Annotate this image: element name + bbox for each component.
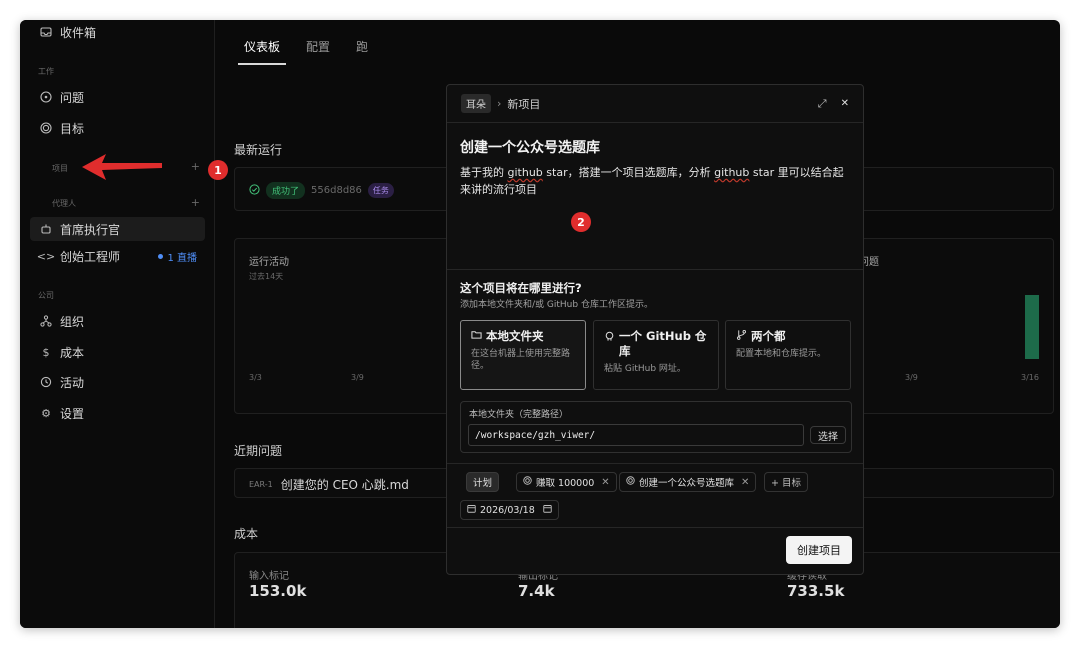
tab-dashboard[interactable]: 仪表板 <box>238 38 287 65</box>
target-icon <box>626 476 635 488</box>
sidebar-item-org[interactable]: 组织 <box>30 309 205 333</box>
github-icon <box>604 331 615 346</box>
check-circle-icon <box>249 183 260 198</box>
tab-runs[interactable]: 跑 <box>350 38 374 65</box>
sidebar-item-label: 组织 <box>60 314 85 329</box>
annotation-badge: 1 <box>208 160 228 180</box>
cost-stat: 输入标记 153.0k <box>249 571 307 600</box>
divider <box>447 269 863 270</box>
sidebar-item-label: 设置 <box>60 406 85 421</box>
section-label-company: 公司 <box>38 291 54 300</box>
section-label-work: 工作 <box>38 67 54 76</box>
where-subtitle: 添加本地文件夹和/或 GitHub 仓库工作区提示。 <box>460 300 653 310</box>
option-github-repo[interactable]: 一个 GitHub 仓库 粘贴 GitHub 网址。 <box>593 320 719 390</box>
tab-config[interactable]: 配置 <box>300 38 336 65</box>
sidebar-item-ceo[interactable]: 首席执行官 <box>30 217 205 241</box>
calendar-icon <box>467 504 476 516</box>
issue-key: EAR-1 <box>249 480 273 489</box>
org-icon <box>38 315 54 327</box>
calendar-icon <box>543 504 552 516</box>
create-project-button[interactable]: 创建项目 <box>786 536 852 564</box>
folder-path-label: 本地文件夹（完整路径） <box>469 410 569 420</box>
dollar-icon: $ <box>42 345 50 359</box>
activity-subtitle: 过去14天 <box>249 272 284 281</box>
cost-title: 成本 <box>234 527 259 541</box>
choose-folder-button[interactable]: 选择 <box>810 426 846 444</box>
remove-chip-icon[interactable]: ✕ <box>601 477 609 488</box>
folder-path-input[interactable]: /workspace/gzh_viwer/ <box>468 424 804 446</box>
recent-issues-title: 近期问题 <box>234 444 283 458</box>
sidebar-item-settings[interactable]: ⚙ 设置 <box>30 401 205 425</box>
tick-label: 3/16 <box>1021 373 1039 382</box>
run-tag: 任务 <box>367 183 394 198</box>
chart-bar <box>1025 295 1039 359</box>
add-agent-icon[interactable]: + <box>191 196 200 209</box>
status-chip[interactable]: 计划 <box>466 472 500 492</box>
new-project-dialog: 耳朵 › 新项目 ⤢ ✕ 创建一个公众号选题库 基于我的 github star… <box>446 84 864 575</box>
tick-label: 3/3 <box>249 373 262 382</box>
add-project-icon[interactable]: + <box>191 160 200 173</box>
annotation-badge: 2 <box>571 212 591 232</box>
project-title-input[interactable]: 创建一个公众号选题库 <box>460 137 600 157</box>
sidebar-item-activity[interactable]: 活动 <box>30 370 205 394</box>
breadcrumb-company[interactable]: 耳朵 <box>461 94 491 113</box>
sidebar-item-label: 目标 <box>60 121 85 136</box>
close-icon[interactable]: ✕ <box>841 98 849 109</box>
goal-chip[interactable]: 创建一个公众号选题库 ✕ <box>619 472 757 492</box>
option-both[interactable]: 两个都 配置本地和仓库提示。 <box>725 320 851 390</box>
sidebar-item-goals[interactable]: 目标 <box>30 116 205 140</box>
expand-icon[interactable]: ⤢ <box>818 97 827 111</box>
dialog-header: 耳朵 › 新项目 ⤢ ✕ <box>447 85 863 123</box>
inbox-icon <box>38 26 54 38</box>
status-badge: 成功了 <box>266 182 306 199</box>
date-chip[interactable]: 2026/03/18 <box>460 500 559 520</box>
git-branch-icon <box>736 329 747 344</box>
bot-icon <box>38 223 54 235</box>
add-goal-button[interactable]: + 目标 <box>764 472 808 492</box>
where-title: 这个项目将在哪里进行? <box>460 281 582 295</box>
target-icon <box>38 122 54 134</box>
activity-title: 运行活动 <box>249 257 289 268</box>
divider <box>447 527 863 528</box>
code-icon: <> <box>36 249 56 263</box>
tick-label: 3/9 <box>351 373 364 382</box>
sidebar-item-label: 创始工程师 <box>60 249 121 264</box>
issue-title: 创建您的 CEO 心跳.md <box>280 478 409 492</box>
sidebar-item-label: 问题 <box>60 90 85 105</box>
folder-icon <box>471 329 482 344</box>
tab-bar: 仪表板 配置 跑 <box>238 38 374 65</box>
sidebar-item-costs[interactable]: $ 成本 <box>30 340 205 364</box>
circle-dot-icon <box>38 91 54 103</box>
sidebar: 收件箱 工作 问题 目标 项目 + 代理人 + 首席执行官 <> 创始工程师 1… <box>20 20 215 628</box>
gear-icon: ⚙ <box>41 406 51 420</box>
sidebar-item-founding-engineer[interactable]: <> 创始工程师 1 直播 <box>30 244 205 268</box>
live-badge: 1 直播 <box>158 249 197 264</box>
sidebar-item-issues[interactable]: 问题 <box>30 85 205 109</box>
sidebar-item-label: 成本 <box>60 345 85 360</box>
breadcrumb-separator: › <box>497 97 502 110</box>
breadcrumb-title: 新项目 <box>507 97 541 111</box>
section-label-projects: 项目 <box>52 164 68 173</box>
project-description-input[interactable]: 基于我的 github star，搭建一个项目选题库，分析 github sta… <box>460 164 852 198</box>
goal-chip[interactable]: 赚取 100000 ✕ <box>516 472 617 492</box>
sidebar-item-label: 收件箱 <box>60 25 97 40</box>
history-icon <box>38 376 54 388</box>
run-id: 556d8d86 <box>311 185 362 196</box>
target-icon <box>523 476 532 488</box>
annotation-arrow <box>82 154 162 180</box>
sidebar-item-label: 活动 <box>60 375 85 390</box>
sidebar-item-label: 首席执行官 <box>60 222 121 237</box>
remove-chip-icon[interactable]: ✕ <box>741 477 749 488</box>
latest-runs-title: 最新运行 <box>234 143 283 157</box>
option-local-folder[interactable]: 本地文件夹 在这台机器上使用完整路径。 <box>460 320 586 390</box>
section-label-agents: 代理人 <box>52 199 76 208</box>
local-folder-panel: 本地文件夹（完整路径） /workspace/gzh_viwer/ 选择 <box>460 401 852 453</box>
divider <box>447 463 863 464</box>
sidebar-item-inbox[interactable]: 收件箱 <box>30 20 205 44</box>
tick-label: 3/9 <box>905 373 918 382</box>
